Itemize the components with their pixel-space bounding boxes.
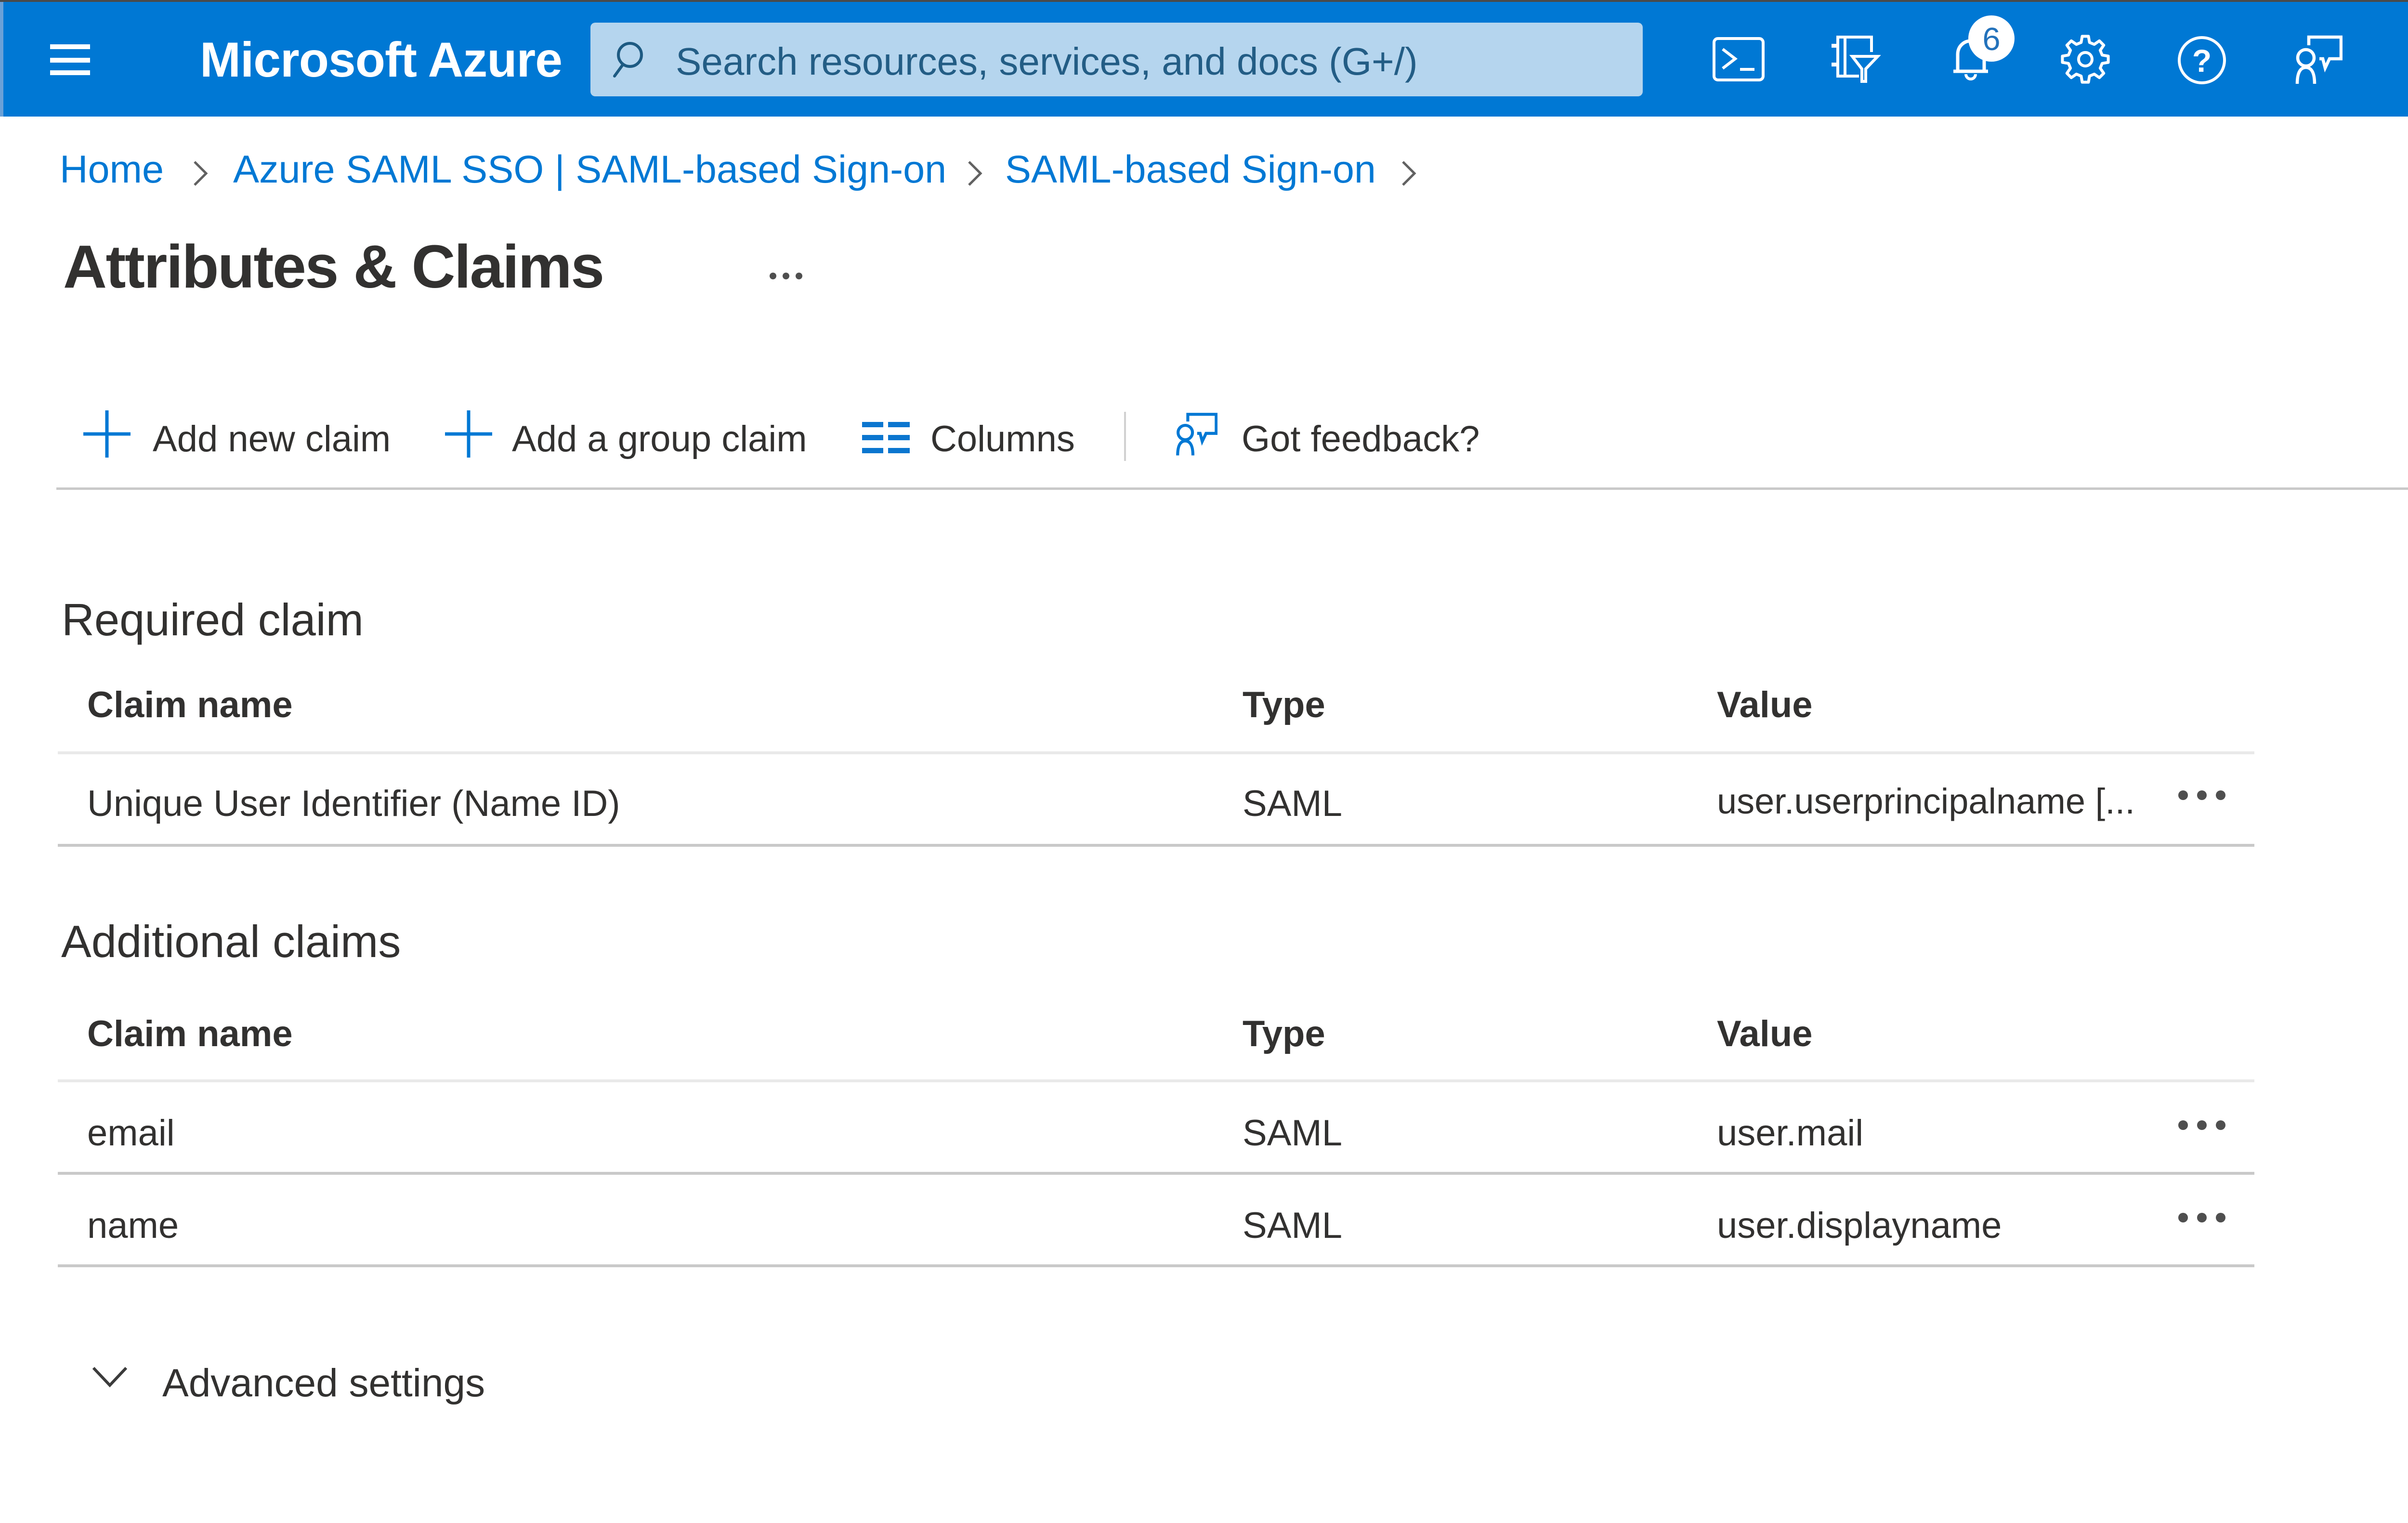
svg-text:6: 6 (1982, 21, 2000, 57)
svg-text:?: ? (2192, 43, 2212, 79)
